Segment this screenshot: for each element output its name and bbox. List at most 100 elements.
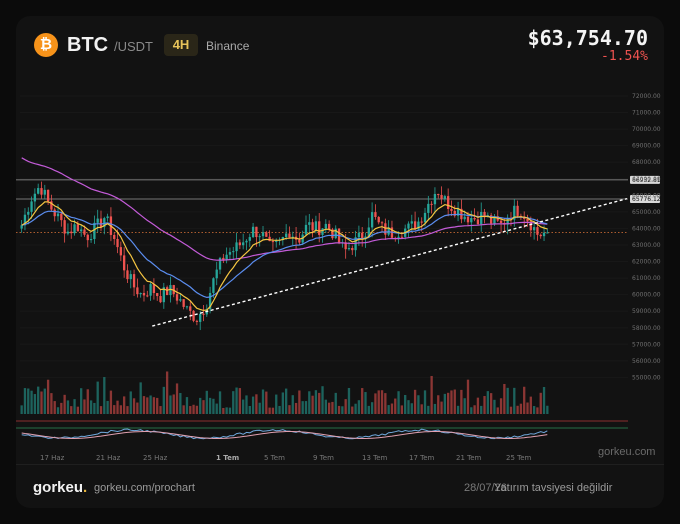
candle-body	[215, 269, 218, 279]
y-tick-label: 58000.00	[632, 325, 661, 332]
volume-bar	[480, 405, 483, 414]
candle-body	[420, 221, 423, 223]
volume-bar	[361, 388, 364, 414]
volume-bar	[407, 400, 410, 414]
y-tick-label: 59000.00	[632, 308, 661, 315]
volume-bar	[109, 390, 113, 414]
volume-bar	[390, 403, 394, 414]
x-tick-label: 25 Haz	[143, 454, 168, 462]
candlestick-chart[interactable]: 66932.8165776.12 72000.0071000.0070000.0…	[16, 74, 664, 464]
candle-body	[122, 255, 126, 271]
volume-bar	[99, 406, 103, 414]
x-tick-label: 21 Haz	[96, 454, 121, 462]
y-tick-label: 71000.00	[632, 110, 661, 117]
candle-body	[284, 233, 288, 237]
volume-bar	[460, 389, 463, 414]
candle-body	[516, 205, 519, 216]
volume-bar	[318, 392, 321, 414]
y-tick-label: 63000.00	[632, 242, 661, 249]
volume-bar	[377, 390, 380, 414]
volume-bar	[175, 383, 179, 414]
volume-bar	[132, 398, 136, 414]
candle-body	[308, 222, 311, 225]
candle-body	[238, 242, 242, 246]
volume-bar	[513, 387, 516, 414]
candle-body	[27, 211, 30, 215]
candle-body	[20, 225, 23, 229]
candle-body	[377, 216, 380, 223]
volume-bar	[519, 403, 523, 414]
chart-header: ₿ BTC /USDT 4H Binance $63,754.70 -1.54%	[16, 16, 664, 74]
candle-body	[473, 218, 476, 220]
volume-bar	[66, 400, 70, 414]
volume-bar	[146, 397, 149, 414]
volume-bar	[37, 386, 40, 414]
candle-body	[311, 222, 314, 231]
volume-bar	[46, 379, 50, 414]
candle-body	[261, 232, 265, 237]
candle-body	[76, 224, 80, 232]
footer: gorkeu. gorkeu.com/prochart 28/07/26 Yat…	[16, 464, 664, 508]
volume-bar	[275, 394, 278, 414]
volume-bar	[291, 395, 294, 414]
chart-card: ₿ BTC /USDT 4H Binance $63,754.70 -1.54%…	[16, 16, 664, 508]
y-tick-label: 56000.00	[632, 358, 661, 365]
candle-body	[255, 226, 258, 238]
volume-bar	[351, 406, 354, 414]
volume-bar	[185, 397, 189, 414]
volume-bar	[341, 406, 344, 414]
candle-body	[129, 274, 132, 280]
candle-body	[156, 293, 159, 297]
volume-bar	[420, 404, 423, 414]
volume-bar	[73, 399, 76, 414]
volume-bar	[20, 405, 23, 414]
volume-bar	[301, 401, 304, 414]
volume-bar	[423, 390, 427, 414]
volume-bar	[397, 391, 400, 414]
volume-bar	[106, 400, 109, 414]
candle-body	[113, 234, 116, 239]
volume-bar	[258, 402, 261, 414]
candle-body	[433, 193, 437, 205]
candle-body	[106, 216, 109, 219]
timeframe-badge[interactable]: 4H	[164, 34, 198, 56]
volume-bar	[347, 387, 351, 414]
footer-url[interactable]: gorkeu.com/prochart	[94, 482, 195, 494]
volume-bar	[136, 402, 139, 414]
y-tick-label: 61000.00	[632, 275, 661, 282]
volume-bar	[298, 390, 301, 414]
x-tick-label: 21 Tem	[456, 454, 482, 462]
volume-bar	[546, 405, 549, 414]
x-tick-label: 17 Haz	[40, 454, 65, 462]
candle-body	[258, 236, 261, 238]
candle-body	[450, 208, 453, 211]
y-tick-label: 68000.00	[632, 159, 661, 166]
candle-body	[146, 295, 149, 297]
y-tick-label: 66000.00	[632, 192, 661, 199]
candle-body	[374, 212, 377, 217]
volume-bar	[83, 399, 86, 414]
volume-bar	[357, 400, 361, 414]
volume-bar	[129, 391, 132, 414]
volume-bar	[202, 400, 205, 414]
candle-body	[542, 232, 546, 237]
volume-bar	[344, 399, 347, 414]
candle-body	[470, 218, 473, 223]
volume-bar	[162, 386, 165, 414]
volume-bar	[506, 387, 509, 414]
volume-bar	[56, 407, 60, 414]
volume-bar	[172, 394, 175, 414]
brand-name: gorkeu	[33, 479, 84, 496]
volume-bar	[466, 379, 470, 414]
candle-body	[440, 194, 443, 199]
volume-bar	[96, 381, 99, 414]
volume-bar	[427, 405, 430, 414]
candle-body	[357, 232, 361, 238]
candle-body	[165, 287, 169, 296]
candle-body	[480, 211, 483, 225]
brand-logo[interactable]: gorkeu.	[33, 479, 87, 496]
y-tick-label: 70000.00	[632, 126, 661, 133]
volume-bar	[380, 390, 384, 414]
volume-bar	[189, 406, 192, 414]
volume-bar	[400, 405, 404, 414]
